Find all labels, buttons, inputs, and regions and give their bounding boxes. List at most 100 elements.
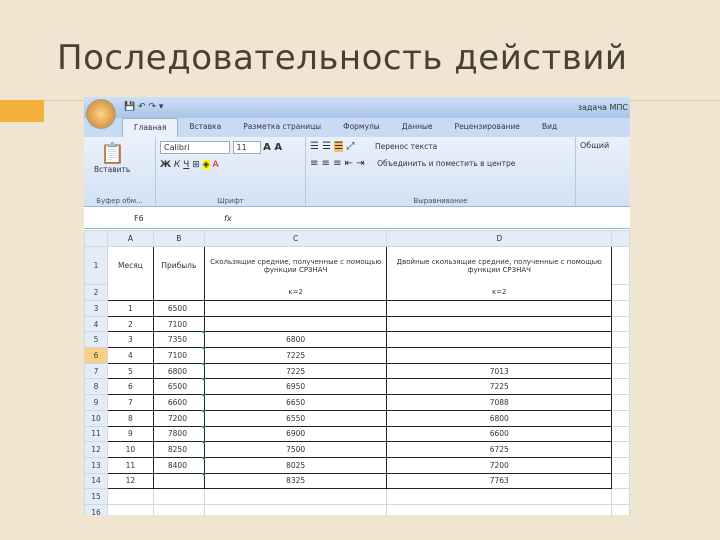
italic-button[interactable]: К: [174, 160, 180, 170]
row-header[interactable]: 12: [84, 441, 108, 458]
cell[interactable]: 7800: [152, 425, 206, 443]
cell[interactable]: 7013: [386, 362, 612, 380]
cell[interactable]: [152, 488, 205, 505]
cell[interactable]: 6800: [203, 331, 388, 349]
cell[interactable]: 6600: [152, 394, 206, 411]
row-header[interactable]: 3: [84, 300, 108, 317]
cell[interactable]: 11: [106, 456, 154, 474]
column-header-d[interactable]: D: [386, 230, 612, 247]
cell[interactable]: [386, 347, 612, 364]
cell[interactable]: 8: [106, 409, 154, 427]
fill-color-icon[interactable]: ◈: [202, 160, 210, 170]
row-header[interactable]: 10: [84, 409, 108, 427]
tab-review[interactable]: Рецензирование: [444, 118, 531, 137]
paste-icon[interactable]: 📋: [88, 141, 151, 165]
cell[interactable]: 7225: [386, 378, 612, 396]
tab-data[interactable]: Данные: [391, 118, 444, 137]
cell[interactable]: 6800: [386, 409, 612, 427]
tab-insert[interactable]: Вставка: [178, 118, 232, 137]
header-cell[interactable]: Прибыль: [152, 246, 205, 285]
tab-formulas[interactable]: Формулы: [332, 118, 391, 137]
header-cell[interactable]: Двойные скользящие средние, полученные с…: [386, 246, 612, 285]
merge-center-button[interactable]: Объединить и поместить в центре: [377, 159, 515, 168]
cell[interactable]: [611, 503, 630, 515]
cell[interactable]: 7100: [152, 315, 205, 333]
cell[interactable]: 7763: [386, 472, 612, 490]
cell[interactable]: 7500: [203, 441, 388, 458]
number-format-select[interactable]: Общий: [580, 141, 609, 150]
row-header[interactable]: 5: [84, 331, 108, 349]
row-header[interactable]: 13: [84, 456, 108, 474]
cell[interactable]: [386, 300, 612, 317]
grow-font-icon[interactable]: A A: [263, 142, 282, 153]
row-header[interactable]: 6: [84, 347, 108, 364]
cell[interactable]: [152, 472, 206, 490]
cell[interactable]: [386, 488, 612, 505]
row-header[interactable]: 9: [84, 394, 108, 411]
cell[interactable]: [611, 488, 630, 505]
cell[interactable]: 9: [106, 425, 154, 443]
row-header[interactable]: 16: [84, 503, 108, 515]
cell[interactable]: 7: [106, 394, 154, 411]
header-cell[interactable]: [106, 284, 154, 301]
cell[interactable]: 6725: [386, 441, 612, 458]
header-cell[interactable]: [152, 284, 205, 301]
cell[interactable]: 5: [106, 362, 154, 380]
cell[interactable]: 6550: [203, 409, 388, 427]
cell[interactable]: [386, 331, 612, 349]
cell[interactable]: 3: [106, 331, 154, 349]
spreadsheet-grid[interactable]: A B C D 1 Месяц Прибыль Скользящие средние,…: [84, 230, 630, 515]
cell[interactable]: 6: [106, 378, 154, 396]
cell[interactable]: 6950: [203, 378, 388, 396]
cell[interactable]: 7200: [152, 409, 206, 427]
name-box[interactable]: F6: [84, 214, 204, 223]
column-header-a[interactable]: A: [106, 230, 154, 247]
header-cell[interactable]: к=2: [203, 284, 388, 301]
font-size-select[interactable]: 11: [232, 141, 261, 154]
row-header[interactable]: 11: [84, 425, 108, 443]
cell[interactable]: [386, 503, 612, 515]
align-icons[interactable]: ☰ ☰ ☰ ⤢: [310, 141, 354, 152]
cell[interactable]: 7225: [203, 362, 388, 380]
row-header[interactable]: 7: [84, 362, 108, 380]
row-header[interactable]: 14: [84, 472, 108, 490]
cell[interactable]: 8250: [152, 441, 206, 458]
column-header-c[interactable]: C: [203, 230, 388, 247]
cell[interactable]: [203, 315, 388, 333]
row-header[interactable]: 4: [84, 315, 108, 333]
cell[interactable]: 1: [106, 300, 154, 317]
header-cell[interactable]: Месяц: [106, 246, 154, 285]
row-header[interactable]: 2: [84, 284, 108, 301]
cell[interactable]: [203, 503, 388, 515]
cell[interactable]: 7088: [386, 394, 612, 411]
cell[interactable]: 6500: [152, 378, 206, 396]
cell[interactable]: 4: [106, 347, 154, 364]
cell[interactable]: 7100: [152, 347, 206, 364]
borders-icon[interactable]: ⊞: [192, 160, 200, 170]
cell[interactable]: 12: [106, 472, 154, 490]
cell[interactable]: 10: [106, 441, 154, 458]
underline-button[interactable]: Ч: [183, 160, 189, 170]
cell[interactable]: [203, 300, 388, 317]
font-name-select[interactable]: Calibri: [160, 141, 230, 154]
cell[interactable]: 6500: [152, 300, 205, 317]
cell[interactable]: 6600: [386, 425, 612, 443]
cell[interactable]: [106, 503, 154, 515]
cell[interactable]: 8400: [152, 456, 206, 474]
cell[interactable]: [203, 488, 388, 505]
cell[interactable]: 8325: [203, 472, 388, 490]
cell[interactable]: 6650: [203, 394, 388, 411]
cell[interactable]: 8025: [203, 456, 388, 474]
horizontal-align-icons[interactable]: ≡ ≡ ≡ ⇤ ⇥: [310, 158, 365, 169]
row-header[interactable]: 1: [84, 246, 108, 285]
cell[interactable]: [106, 488, 154, 505]
bold-button[interactable]: Ж: [160, 160, 171, 170]
header-cell[interactable]: к=2: [386, 284, 612, 301]
row-header[interactable]: 8: [84, 378, 108, 396]
cell[interactable]: [152, 503, 205, 515]
cell[interactable]: 6900: [203, 425, 388, 443]
cell[interactable]: 2: [106, 315, 154, 333]
quick-access-toolbar[interactable]: 💾 ↶ ↷ ▾: [124, 102, 163, 112]
tab-view[interactable]: Вид: [531, 118, 568, 137]
fx-button[interactable]: fx: [224, 214, 232, 223]
